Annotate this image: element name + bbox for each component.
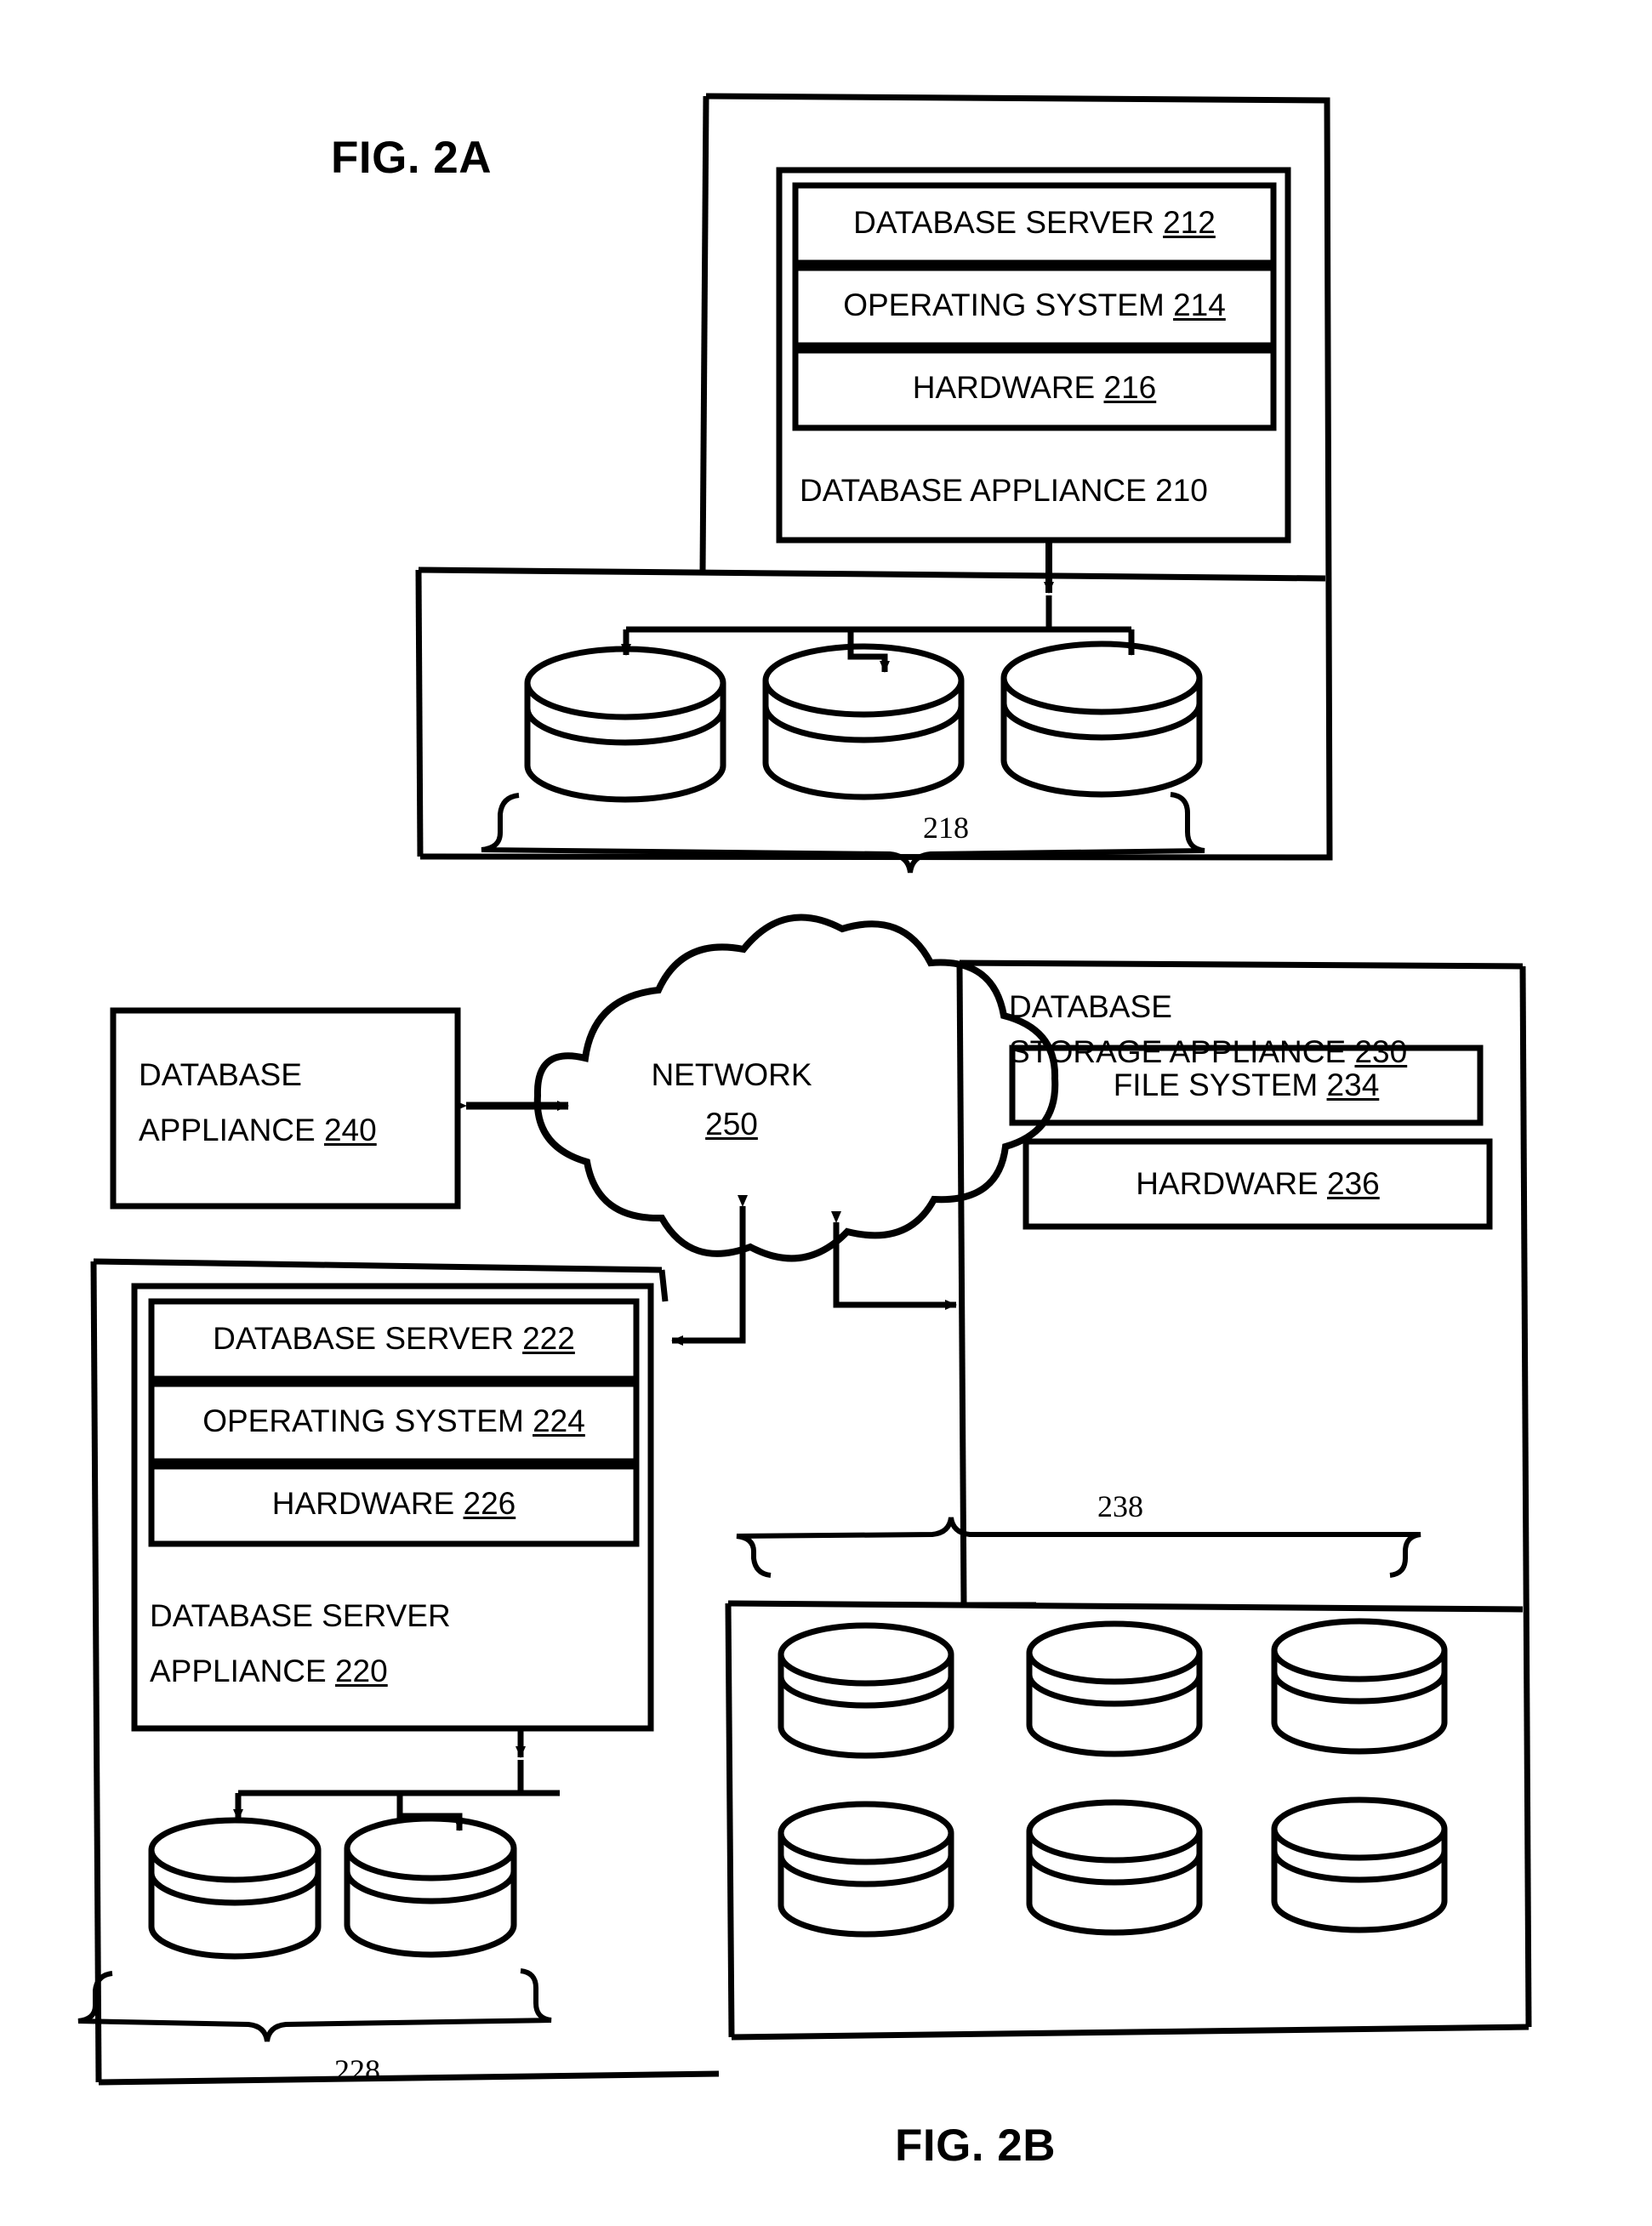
fig2b-disk-group-228: [148, 1815, 517, 1960]
fig2b-db-appliance-240-ref: 240: [323, 1113, 377, 1147]
fig2b-hardware-226-ref: 226: [463, 1486, 516, 1521]
fig2a-hardware-text: HARDWARE: [912, 370, 1096, 405]
fig2b-server-appliance-line2: APPLIANCE 220: [150, 1653, 388, 1690]
fig2a-caption: FIG. 2A: [331, 133, 493, 183]
disk: [148, 1817, 322, 1960]
fig2a-disk-group: [524, 640, 1203, 803]
fig2b-db-appliance-240-line2: APPLIANCE 240: [139, 1112, 377, 1149]
disk: [778, 1801, 954, 1938]
fig2b-hardware-226-label: HARDWARE 226: [151, 1485, 636, 1523]
fig2a-db-server-label: DATABASE SERVER 212: [795, 204, 1273, 242]
disk: [762, 643, 965, 800]
disk: [1271, 1618, 1448, 1755]
disk: [1000, 640, 1203, 798]
fig2b-storage-appliance-line2: STORAGE APPLIANCE 230: [1009, 1033, 1407, 1071]
fig2a-db-server-ref: 212: [1163, 205, 1216, 240]
fig2b-brace-238: [736, 1517, 1421, 1578]
fig2b-network-ref: 250: [705, 1107, 758, 1141]
fig2a-db-server-text: DATABASE SERVER: [853, 205, 1154, 240]
fig2b-storage-ref-238: 238: [1097, 1489, 1143, 1523]
fig2b-caption: FIG. 2B: [895, 2121, 1057, 2171]
disk: [344, 1815, 517, 1958]
fig2b-file-system-ref: 234: [1326, 1067, 1380, 1102]
fig2b-storage-ref-228: 228: [334, 2053, 380, 2087]
fig2b-os-224-text: OPERATING SYSTEM: [202, 1403, 524, 1438]
fig2b-disk-group-238: [778, 1618, 1448, 1938]
fig2a-appliance-label: DATABASE APPLIANCE 210: [800, 472, 1208, 510]
fig2b-arrow-network-220: [671, 1195, 748, 1346]
fig2b-os-224-ref: 224: [533, 1403, 585, 1438]
fig2b-db-server-222-ref: 222: [522, 1321, 575, 1356]
fig2b-network-label: NETWORK: [651, 1057, 812, 1092]
fig2b-file-system-text: FILE SYSTEM: [1113, 1067, 1319, 1102]
fig2b-db-appliance-240-box: [110, 1007, 461, 1210]
fig2b-os-224-label: OPERATING SYSTEM 224: [151, 1403, 636, 1440]
fig2a-hardware-ref: 216: [1103, 370, 1157, 405]
disk: [1271, 1796, 1448, 1933]
fig2b-connector-bus-220: [233, 1728, 560, 1831]
fig2b-file-system-label: FILE SYSTEM 234: [1012, 1067, 1480, 1104]
fig2b-db-appliance-240-line1: DATABASE: [139, 1057, 302, 1092]
fig2b-hardware-226-text: HARDWARE: [271, 1486, 455, 1521]
fig2b-hardware-236-label: HARDWARE 236: [1026, 1165, 1490, 1203]
fig2b-hardware-236-ref: 236: [1327, 1166, 1380, 1201]
patent-figure-sheet: FIG. 2A DATABASE SERVER 212 OPERATING SY…: [0, 0, 1652, 2226]
fig2b-server-appliance-word: APPLIANCE: [150, 1654, 327, 1688]
disk: [524, 646, 726, 803]
fig2a-os-text: OPERATING SYSTEM: [843, 288, 1165, 322]
disk: [778, 1622, 954, 1759]
fig2a-os-ref: 214: [1173, 288, 1226, 322]
fig2a-appliance-ref: 210: [1155, 473, 1208, 508]
fig2a-brace-218: [481, 792, 1205, 874]
disk: [1026, 1620, 1203, 1757]
fig2b-hardware-236-text: HARDWARE: [1136, 1166, 1319, 1201]
fig2a-appliance-text: DATABASE APPLIANCE: [800, 473, 1147, 508]
fig2a-storage-ref-218: 218: [923, 811, 969, 845]
fig2b-db-server-222-text: DATABASE SERVER: [213, 1321, 514, 1356]
fig2b-db-server-222-label: DATABASE SERVER 222: [151, 1320, 636, 1358]
fig2b-storage-appliance-line1: DATABASE: [1009, 989, 1172, 1024]
fig2b-storage-appliance-ref: 230: [1354, 1034, 1408, 1069]
fig2b-db-appliance-240-word: APPLIANCE: [139, 1113, 316, 1147]
fig2b-storage-appliance-words: STORAGE APPLIANCE: [1009, 1034, 1347, 1069]
fig2a-os-label: OPERATING SYSTEM 214: [795, 287, 1273, 324]
fig2b-server-appliance-ref: 220: [334, 1654, 388, 1688]
disk: [1026, 1799, 1203, 1936]
fig2a-hardware-label: HARDWARE 216: [795, 369, 1273, 407]
fig2b-brace-228: [77, 1968, 552, 2042]
fig2b-server-appliance-line1: DATABASE SERVER: [150, 1598, 451, 1633]
